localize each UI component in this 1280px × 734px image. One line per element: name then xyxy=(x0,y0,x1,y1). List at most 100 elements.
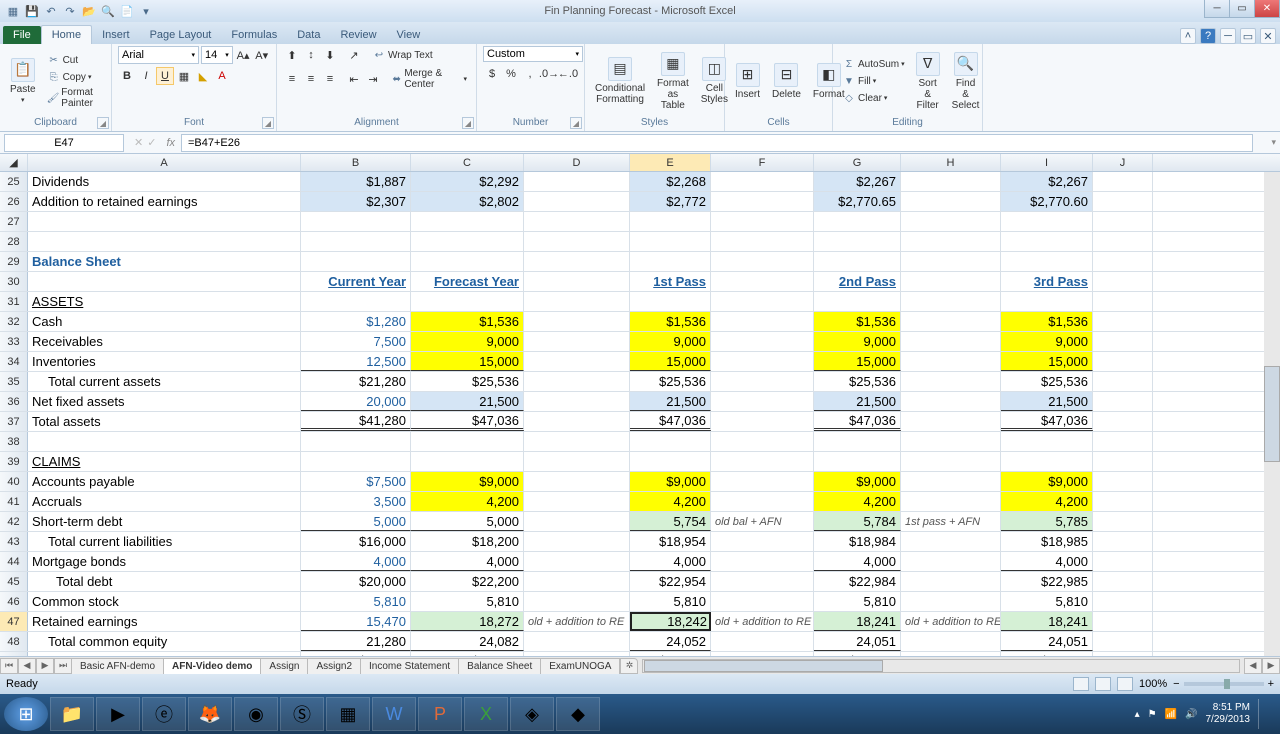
find-select-button[interactable]: 🔍Find & Select xyxy=(948,50,984,113)
row-header[interactable]: 43 xyxy=(0,532,28,551)
cell-e42[interactable]: 5,754 xyxy=(630,512,711,531)
cell-h36[interactable] xyxy=(901,392,1001,411)
wrap-text-button[interactable]: ↩Wrap Text xyxy=(369,47,436,63)
cell-c46[interactable]: 5,810 xyxy=(411,592,524,611)
cell-c31[interactable] xyxy=(411,292,524,311)
cell-j49[interactable] xyxy=(1093,652,1153,656)
zoom-in-button[interactable]: + xyxy=(1268,678,1274,690)
cell-b37[interactable]: $41,280 xyxy=(301,412,411,431)
row-header[interactable]: 48 xyxy=(0,632,28,651)
cell-h26[interactable] xyxy=(901,192,1001,211)
align-left-button[interactable]: ≡ xyxy=(283,70,301,88)
close-button[interactable]: ✕ xyxy=(1254,0,1280,18)
cell-i43[interactable]: $18,985 xyxy=(1001,532,1093,551)
cell-h49[interactable] xyxy=(901,652,1001,656)
print-preview-icon[interactable]: 🔍 xyxy=(100,3,116,19)
row-header[interactable]: 41 xyxy=(0,492,28,511)
taskbar-app1[interactable]: ◈ xyxy=(510,697,554,731)
cell-i35[interactable]: $25,536 xyxy=(1001,372,1093,391)
sheet-tab[interactable]: Assign xyxy=(260,658,308,674)
cell-e25[interactable]: $2,268 xyxy=(630,172,711,191)
cell-b28[interactable] xyxy=(301,232,411,251)
top-align-button[interactable]: ⬆ xyxy=(283,46,301,64)
cell-i32[interactable]: $1,536 xyxy=(1001,312,1093,331)
cell-j44[interactable] xyxy=(1093,552,1153,571)
normal-view-button[interactable] xyxy=(1073,677,1089,691)
cell-d43[interactable] xyxy=(524,532,630,551)
cell-h29[interactable] xyxy=(901,252,1001,271)
row-header[interactable]: 32 xyxy=(0,312,28,331)
cell-d28[interactable] xyxy=(524,232,630,251)
cell-d46[interactable] xyxy=(524,592,630,611)
cell-g47[interactable]: 18,241 xyxy=(814,612,901,631)
border-button[interactable]: ▦ xyxy=(175,67,193,85)
doc-restore-icon[interactable]: ▭ xyxy=(1240,28,1256,44)
cell-j39[interactable] xyxy=(1093,452,1153,471)
cell-j28[interactable] xyxy=(1093,232,1153,251)
comma-button[interactable]: , xyxy=(521,65,539,83)
cell-g31[interactable] xyxy=(814,292,901,311)
tray-network-icon[interactable]: 📶 xyxy=(1165,709,1177,720)
row-header[interactable]: 38 xyxy=(0,432,28,451)
grow-font-button[interactable]: A▴ xyxy=(235,46,252,64)
cell-b34[interactable]: 12,500 xyxy=(301,352,411,371)
cell-d38[interactable] xyxy=(524,432,630,451)
cell-c33[interactable]: 9,000 xyxy=(411,332,524,351)
cell-h39[interactable] xyxy=(901,452,1001,471)
cell-h40[interactable] xyxy=(901,472,1001,491)
row-header[interactable]: 25 xyxy=(0,172,28,191)
cell-c26[interactable]: $2,802 xyxy=(411,192,524,211)
cell-b39[interactable] xyxy=(301,452,411,471)
cell-b42[interactable]: 5,000 xyxy=(301,512,411,531)
cell-c47[interactable]: 18,272 xyxy=(411,612,524,631)
cell-d42[interactable] xyxy=(524,512,630,531)
cell-g32[interactable]: $1,536 xyxy=(814,312,901,331)
cell-c48[interactable]: 24,082 xyxy=(411,632,524,651)
font-name-combo[interactable]: Arial▾ xyxy=(118,46,199,64)
select-all-corner[interactable]: ◢ xyxy=(0,154,28,171)
cell-j29[interactable] xyxy=(1093,252,1153,271)
sheet-tab[interactable]: AFN-Video demo xyxy=(163,658,261,674)
cell-e41[interactable]: 4,200 xyxy=(630,492,711,511)
cell-a41[interactable]: Accruals xyxy=(28,492,301,511)
bottom-align-button[interactable]: ⬇ xyxy=(321,46,339,64)
tab-formulas[interactable]: Formulas xyxy=(221,26,287,44)
cell-i37[interactable]: $47,036 xyxy=(1001,412,1093,431)
cell-d36[interactable] xyxy=(524,392,630,411)
cell-j41[interactable] xyxy=(1093,492,1153,511)
zoom-level[interactable]: 100% xyxy=(1139,678,1167,690)
cell-b25[interactable]: $1,887 xyxy=(301,172,411,191)
cell-b31[interactable] xyxy=(301,292,411,311)
v-scroll-thumb[interactable] xyxy=(1264,366,1280,463)
cell-c44[interactable]: 4,000 xyxy=(411,552,524,571)
cell-b29[interactable] xyxy=(301,252,411,271)
cell-e35[interactable]: $25,536 xyxy=(630,372,711,391)
tray-volume-icon[interactable]: 🔊 xyxy=(1185,709,1197,720)
cell-b38[interactable] xyxy=(301,432,411,451)
cell-c42[interactable]: 5,000 xyxy=(411,512,524,531)
cell-h47[interactable]: old + addition to RE xyxy=(901,612,1001,631)
cell-d47[interactable]: old + addition to RE xyxy=(524,612,630,631)
cell-d37[interactable] xyxy=(524,412,630,431)
new-icon[interactable]: 📄 xyxy=(119,3,135,19)
cell-d30[interactable] xyxy=(524,272,630,291)
delete-cells-button[interactable]: ⊟Delete xyxy=(768,61,805,102)
font-size-combo[interactable]: 14▾ xyxy=(201,46,233,64)
cell-a34[interactable]: Inventories xyxy=(28,352,301,371)
cell-c39[interactable] xyxy=(411,452,524,471)
cell-g34[interactable]: 15,000 xyxy=(814,352,901,371)
doc-minimize-icon[interactable]: ─ xyxy=(1220,28,1236,44)
cell-e39[interactable] xyxy=(630,452,711,471)
taskbar-excel[interactable]: X xyxy=(464,697,508,731)
cell-i27[interactable] xyxy=(1001,212,1093,231)
font-dialog-icon[interactable]: ◢ xyxy=(262,117,274,129)
col-header-g[interactable]: G xyxy=(814,154,901,171)
spreadsheet-grid[interactable]: ◢ A B C D E F G H I J 25Dividends$1,887$… xyxy=(0,154,1280,656)
taskbar-calc[interactable]: ▦ xyxy=(326,697,370,731)
cell-f26[interactable] xyxy=(711,192,814,211)
cell-b36[interactable]: 20,000 xyxy=(301,392,411,411)
cell-j42[interactable] xyxy=(1093,512,1153,531)
cell-c28[interactable] xyxy=(411,232,524,251)
minimize-button[interactable]: ─ xyxy=(1204,0,1230,18)
shrink-font-button[interactable]: A▾ xyxy=(253,46,270,64)
